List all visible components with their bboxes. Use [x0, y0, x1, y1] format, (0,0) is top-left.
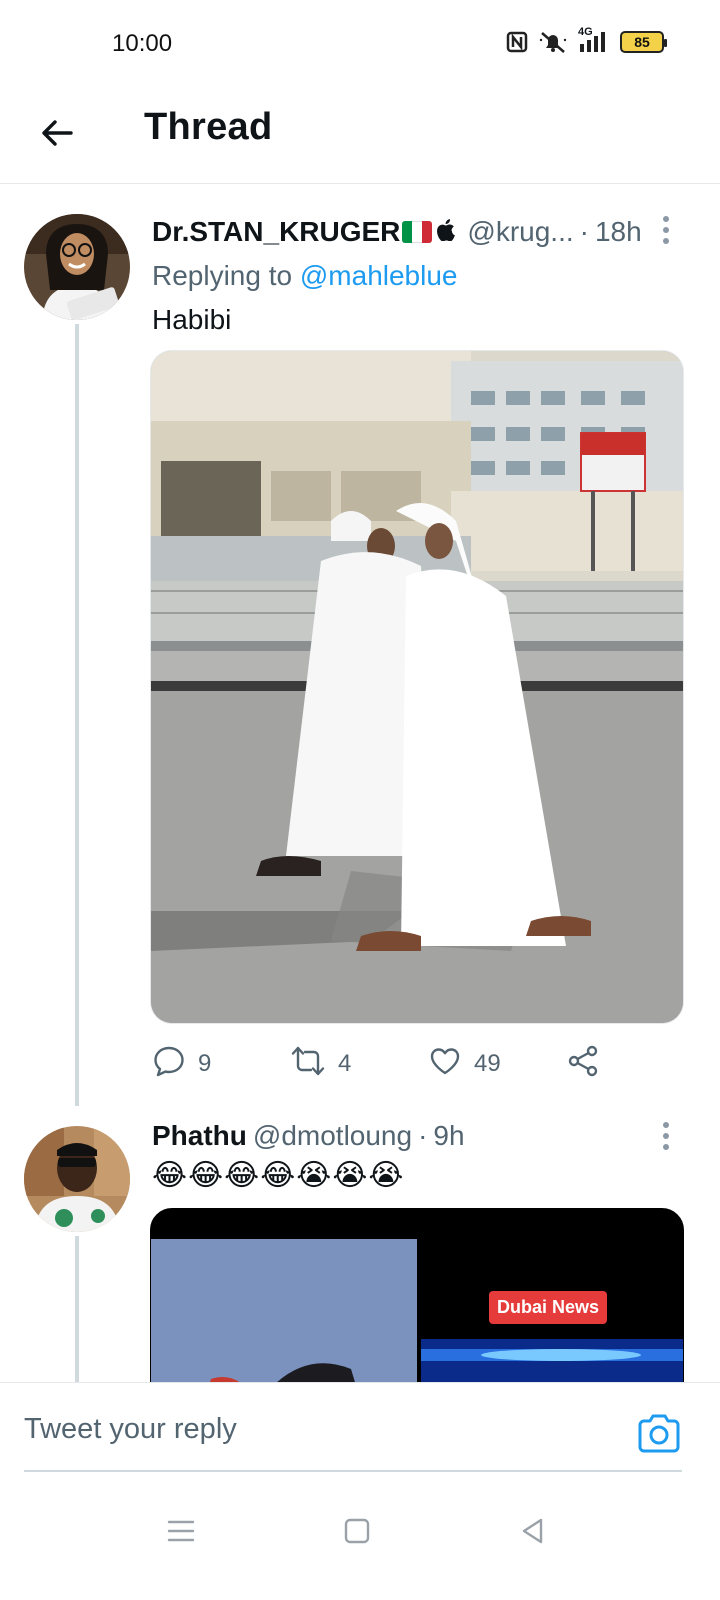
home-square-icon — [343, 1517, 371, 1550]
recents-button[interactable] — [156, 1508, 206, 1558]
like-count: 49 — [474, 1050, 501, 1077]
tweet-video[interactable]: Dubai News — [150, 1208, 684, 1382]
italy-flag-emoji — [402, 221, 433, 243]
retweet-count: 4 — [338, 1050, 352, 1077]
thread-line — [75, 1236, 79, 1382]
emoji: 😭 — [296, 1159, 333, 1192]
emoji: 😭 — [368, 1159, 405, 1192]
thread-line — [75, 324, 79, 1106]
avatar[interactable] — [24, 214, 130, 320]
apple-logo-icon — [435, 216, 456, 248]
emoji: 😂 — [152, 1159, 189, 1192]
retweet-button[interactable]: 4 — [290, 1044, 351, 1084]
battery-level: 85 — [634, 34, 650, 50]
share-button[interactable] — [566, 1044, 600, 1084]
status-icons: 4G 85 — [506, 26, 667, 54]
tweet[interactable]: Dr.STAN_KRUGER @krug... · 18h Replying t… — [0, 196, 720, 1106]
replying-to-label: Replying to — [152, 260, 293, 291]
camera-icon — [636, 1414, 682, 1461]
status-time: 10:00 — [112, 30, 173, 57]
back-nav-button[interactable] — [508, 1508, 558, 1558]
network-type: 4G — [578, 26, 593, 38]
back-triangle-icon — [519, 1517, 547, 1550]
emoji: 😂 — [188, 1159, 225, 1192]
handle[interactable]: @dmotloung — [253, 1120, 412, 1152]
battery-icon: 85 — [620, 31, 667, 53]
camera-button[interactable] — [636, 1411, 682, 1457]
page-title: Thread — [144, 106, 273, 148]
retweet-icon — [290, 1044, 326, 1085]
tweet-time[interactable]: 18h — [595, 216, 642, 248]
back-button[interactable] — [32, 110, 82, 160]
like-button[interactable]: 49 — [428, 1044, 501, 1084]
share-icon — [566, 1044, 600, 1085]
tweet[interactable]: Phathu @dmotloung · 9h 😂😂😂😂😭😭😭 Dubai New… — [0, 1106, 720, 1382]
handle[interactable]: @krug... — [467, 216, 573, 248]
dubai-news-label: Dubai News — [489, 1291, 608, 1324]
divider — [24, 1470, 682, 1472]
emoji: 😂 — [224, 1159, 261, 1192]
display-name[interactable]: Phathu — [152, 1120, 247, 1152]
emoji: 😭 — [332, 1159, 369, 1192]
status-bar: 10:00 4G 85 — [0, 0, 720, 92]
more-options-button[interactable] — [656, 210, 676, 250]
emoji: 😂 — [260, 1159, 297, 1192]
tweet-text: 😂😂😂😂😭😭😭 — [152, 1158, 404, 1193]
thread-header: Thread — [0, 92, 720, 184]
home-button[interactable] — [332, 1508, 382, 1558]
mention-link[interactable]: @mahleblue — [300, 260, 458, 291]
tweet-photo[interactable] — [150, 350, 684, 1024]
avatar[interactable] — [24, 1126, 130, 1232]
display-name[interactable]: Dr.STAN_KRUGER — [152, 216, 400, 248]
mute-icon — [538, 30, 568, 54]
recents-menu-icon — [166, 1518, 196, 1549]
replying-to: Replying to @mahleblue — [152, 260, 458, 292]
tweet-actions: 9 4 49 — [152, 1044, 612, 1084]
reply-input[interactable]: Tweet your reply — [24, 1413, 237, 1446]
heart-icon — [428, 1044, 462, 1085]
arrow-left-icon — [37, 113, 77, 158]
separator-dot: · — [579, 216, 589, 247]
reply-composer: Tweet your reply — [0, 1382, 720, 1486]
more-options-button[interactable] — [656, 1116, 676, 1156]
tweet-text: Habibi — [152, 304, 232, 335]
nfc-icon — [506, 31, 528, 53]
reply-button[interactable]: 9 — [152, 1044, 211, 1084]
tweet-time[interactable]: 9h — [433, 1120, 464, 1152]
tweet-header: Phathu @dmotloung · 9h — [152, 1120, 690, 1152]
tweet-header: Dr.STAN_KRUGER @krug... · 18h — [152, 216, 690, 248]
signal-icon: 4G — [578, 26, 610, 54]
reply-count: 9 — [198, 1050, 212, 1077]
system-nav-bar — [0, 1486, 720, 1600]
separator-dot: · — [418, 1120, 428, 1151]
reply-icon — [152, 1044, 186, 1085]
